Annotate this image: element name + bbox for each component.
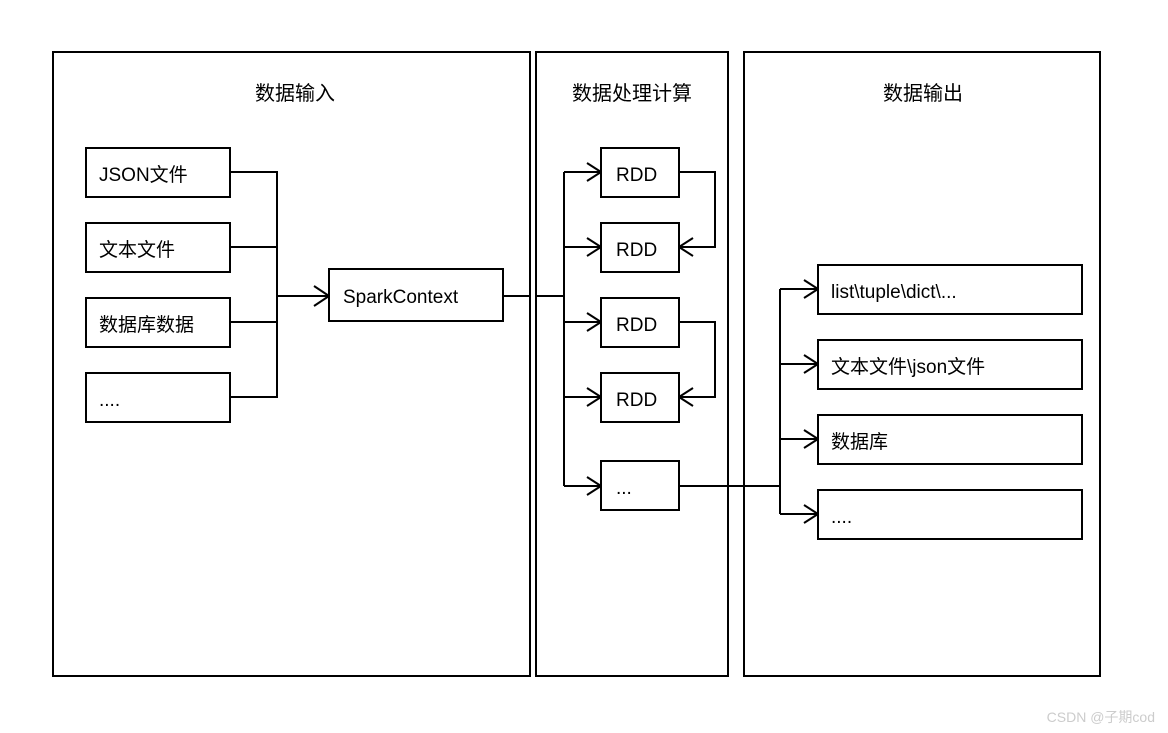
rdd3-label: RDD — [616, 315, 657, 336]
rdd-right-loops — [679, 172, 715, 406]
input-text-label: 文本文件 — [99, 239, 175, 261]
proc-etc-box — [601, 461, 679, 510]
processing-left-branches — [564, 163, 601, 495]
output-title: 数据输出 — [883, 82, 963, 105]
processing-title: 数据处理计算 — [572, 82, 692, 105]
rdd1-label: RDD — [616, 165, 657, 186]
output-etc-box — [818, 490, 1082, 539]
output-etc-label: .... — [831, 507, 852, 528]
input-db-label: 数据库数据 — [99, 314, 194, 336]
sparkcontext-label: SparkContext — [343, 287, 459, 308]
output-struct-label: list\tuple\dict\... — [831, 282, 957, 303]
output-db-label: 数据库 — [831, 431, 888, 453]
proc-etc-label: ... — [616, 478, 632, 499]
output-branches — [780, 280, 818, 523]
spark-flow-diagram: 数据输入 JSON文件 文本文件 数据库数据 .... SparkContext… — [0, 0, 1168, 733]
input-title: 数据输入 — [255, 82, 335, 105]
output-left-trunk — [766, 289, 780, 486]
watermark: CSDN @子期cod — [1047, 709, 1155, 725]
input-json-label: JSON文件 — [99, 164, 188, 186]
rdd4-label: RDD — [616, 390, 657, 411]
rdd2-label: RDD — [616, 240, 657, 261]
input-etc-label: .... — [99, 390, 120, 411]
input-container — [53, 52, 530, 676]
connector-inputs-to-context — [230, 172, 329, 397]
output-file-label: 文本文件\json文件 — [831, 356, 985, 378]
